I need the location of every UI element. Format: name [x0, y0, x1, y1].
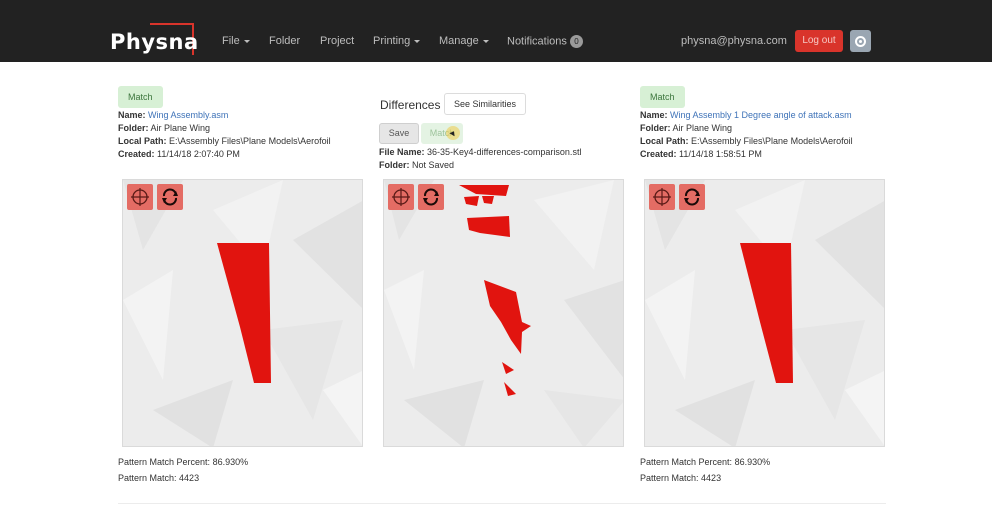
nav-file-menu[interactable]: File [222, 35, 250, 47]
wing-model [740, 243, 793, 383]
left-created-row: Created: 11/14/18 2:07:40 PM [118, 149, 240, 159]
left-name-row: Name: Wing Assembly.asm [118, 110, 229, 120]
rotate-tool-button[interactable] [418, 184, 444, 210]
right-created-row: Created: 11/14/18 1:58:51 PM [640, 149, 762, 159]
left-path-row: Local Path: E:\Assembly Files\Plane Mode… [118, 136, 331, 146]
right-3d-viewer[interactable] [644, 179, 885, 447]
top-navbar: Physna File Folder Project Printing Mana… [0, 0, 992, 62]
rotate-icon [162, 188, 178, 206]
viewer-background [123, 180, 362, 446]
left-pattern-match: Pattern Match: 4423 [118, 473, 200, 483]
logout-button[interactable]: Log out [795, 30, 843, 52]
differences-3d-viewer[interactable] [383, 179, 624, 447]
left-pattern-percent: Pattern Match Percent: 86.930% [118, 457, 249, 467]
left-3d-viewer[interactable] [122, 179, 363, 447]
rotate-tool-button[interactable] [679, 184, 705, 210]
right-folder-row: Folder: Air Plane Wing [640, 123, 733, 133]
see-similarities-button[interactable]: See Similarities [444, 93, 526, 115]
middle-file-name-row: File Name: 36-35-Key4-differences-compar… [379, 147, 582, 157]
nav-folder[interactable]: Folder [269, 35, 300, 47]
right-pattern-match: Pattern Match: 4423 [640, 473, 722, 483]
right-pattern-percent: Pattern Match Percent: 86.930% [640, 457, 771, 467]
differences-title: Differences [380, 98, 441, 112]
right-name-row: Name: Wing Assembly 1 Degree angle of at… [640, 110, 852, 120]
orbit-tool-button[interactable] [388, 184, 414, 210]
orbit-icon [392, 188, 410, 206]
rotate-icon [423, 188, 439, 206]
mouse-cursor-icon [446, 126, 460, 140]
right-file-link[interactable]: Wing Assembly 1 Degree angle of attack.a… [670, 110, 852, 120]
rotate-tool-button[interactable] [157, 184, 183, 210]
orbit-icon [131, 188, 149, 206]
orbit-icon [653, 188, 671, 206]
middle-folder-row: Folder: Not Saved [379, 160, 455, 170]
right-path-row: Local Path: E:\Assembly Files\Plane Mode… [640, 136, 853, 146]
chevron-down-icon [243, 39, 250, 43]
nav-project[interactable]: Project [320, 35, 354, 47]
nav-manage-menu[interactable]: Manage [439, 35, 489, 47]
left-match-button[interactable]: Match [118, 86, 163, 108]
viewer-background [384, 180, 623, 446]
gear-icon [855, 36, 866, 47]
chevron-down-icon [414, 39, 421, 43]
left-file-link[interactable]: Wing Assembly.asm [148, 110, 228, 120]
orbit-tool-button[interactable] [127, 184, 153, 210]
footer-divider [118, 503, 886, 504]
wing-model [217, 243, 271, 383]
brand-logo[interactable]: Physna [110, 30, 199, 54]
viewer-background [645, 180, 884, 446]
orbit-tool-button[interactable] [649, 184, 675, 210]
save-button[interactable]: Save [379, 123, 419, 144]
settings-button[interactable] [850, 30, 871, 52]
notification-count-badge: 0 [569, 35, 583, 48]
rotate-icon [684, 188, 700, 206]
nav-notifications[interactable]: Notifications 0 [507, 35, 583, 48]
right-match-button[interactable]: Match [640, 86, 685, 108]
user-email: physna@physna.com [681, 35, 787, 47]
nav-printing-menu[interactable]: Printing [373, 35, 421, 47]
left-folder-row: Folder: Air Plane Wing [118, 123, 211, 133]
difference-fragments [459, 185, 531, 396]
chevron-down-icon [482, 39, 489, 43]
